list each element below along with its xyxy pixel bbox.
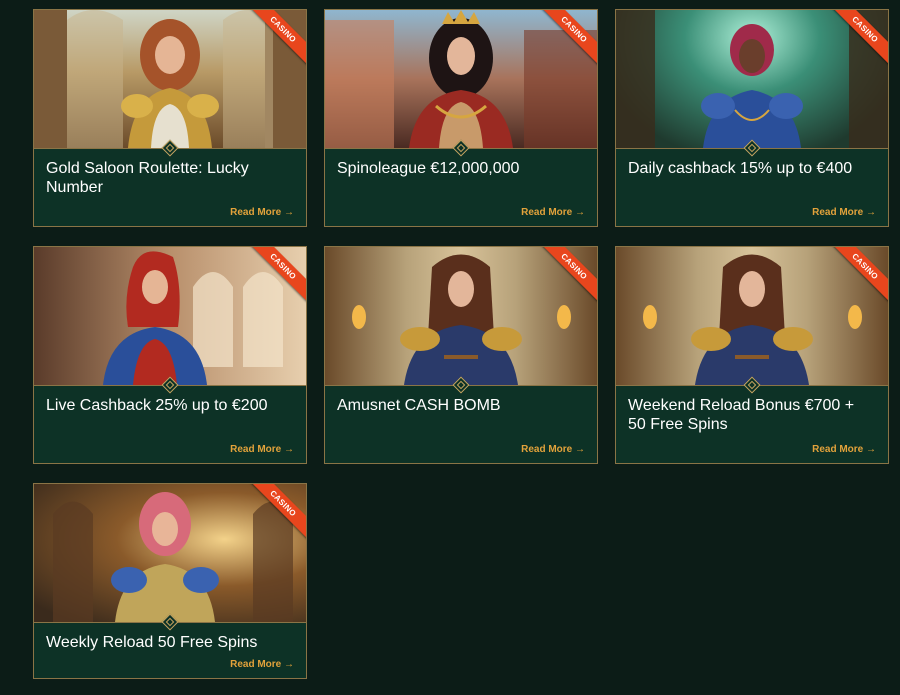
promo-title: Weekend Reload Bonus €700 + 50 Free Spin… xyxy=(628,397,855,433)
read-more-link[interactable]: Read More → xyxy=(230,659,294,670)
casino-badge: CASINO xyxy=(244,10,306,72)
casino-badge: CASINO xyxy=(535,10,597,72)
promo-image[interactable]: CASINO xyxy=(325,247,597,385)
promo-image[interactable]: CASINO xyxy=(34,247,306,385)
promo-title: Daily cashback 15% up to €400 xyxy=(628,160,853,177)
promo-card[interactable]: CASINO Daily cashback 15% up to €400 Rea… xyxy=(615,9,889,227)
promo-image[interactable]: CASINO xyxy=(325,10,597,148)
promo-title: Amusnet CASH BOMB xyxy=(337,397,501,414)
read-more-link[interactable]: Read More → xyxy=(812,207,876,218)
read-more-link[interactable]: Read More → xyxy=(812,444,876,455)
promo-title: Gold Saloon Roulette: Lucky Number xyxy=(46,160,249,196)
casino-badge: CASINO xyxy=(244,484,306,546)
casino-badge: CASINO xyxy=(826,247,888,309)
casino-badge: CASINO xyxy=(535,247,597,309)
promo-card[interactable]: CASINO Weekly Reload 50 Free Spins Read … xyxy=(33,483,307,679)
promo-title: Live Cashback 25% up to €200 xyxy=(46,397,268,414)
promo-card[interactable]: CASINO Spinoleague €12,000,000 Read More… xyxy=(324,9,598,227)
promo-card[interactable]: CASINO Weekend Reload Bonus €700 + 50 Fr… xyxy=(615,246,889,464)
promo-image[interactable]: CASINO xyxy=(616,10,888,148)
promo-card[interactable]: CASINO Amusnet CASH BOMB Read More → xyxy=(324,246,598,464)
read-more-link[interactable]: Read More → xyxy=(230,444,294,455)
read-more-link[interactable]: Read More → xyxy=(521,444,585,455)
promo-card[interactable]: CASINO Live Cashback 25% up to €200 Read… xyxy=(33,246,307,464)
promo-image[interactable]: CASINO xyxy=(34,10,306,148)
promo-image[interactable]: CASINO xyxy=(34,484,306,622)
read-more-link[interactable]: Read More → xyxy=(230,207,294,218)
promo-image[interactable]: CASINO xyxy=(616,247,888,385)
casino-badge: CASINO xyxy=(826,10,888,72)
promo-card[interactable]: CASINO Gold Saloon Roulette: Lucky Numbe… xyxy=(33,9,307,227)
promo-title: Weekly Reload 50 Free Spins xyxy=(46,634,258,651)
read-more-link[interactable]: Read More → xyxy=(521,207,585,218)
promo-title: Spinoleague €12,000,000 xyxy=(337,160,520,177)
casino-badge: CASINO xyxy=(244,247,306,309)
